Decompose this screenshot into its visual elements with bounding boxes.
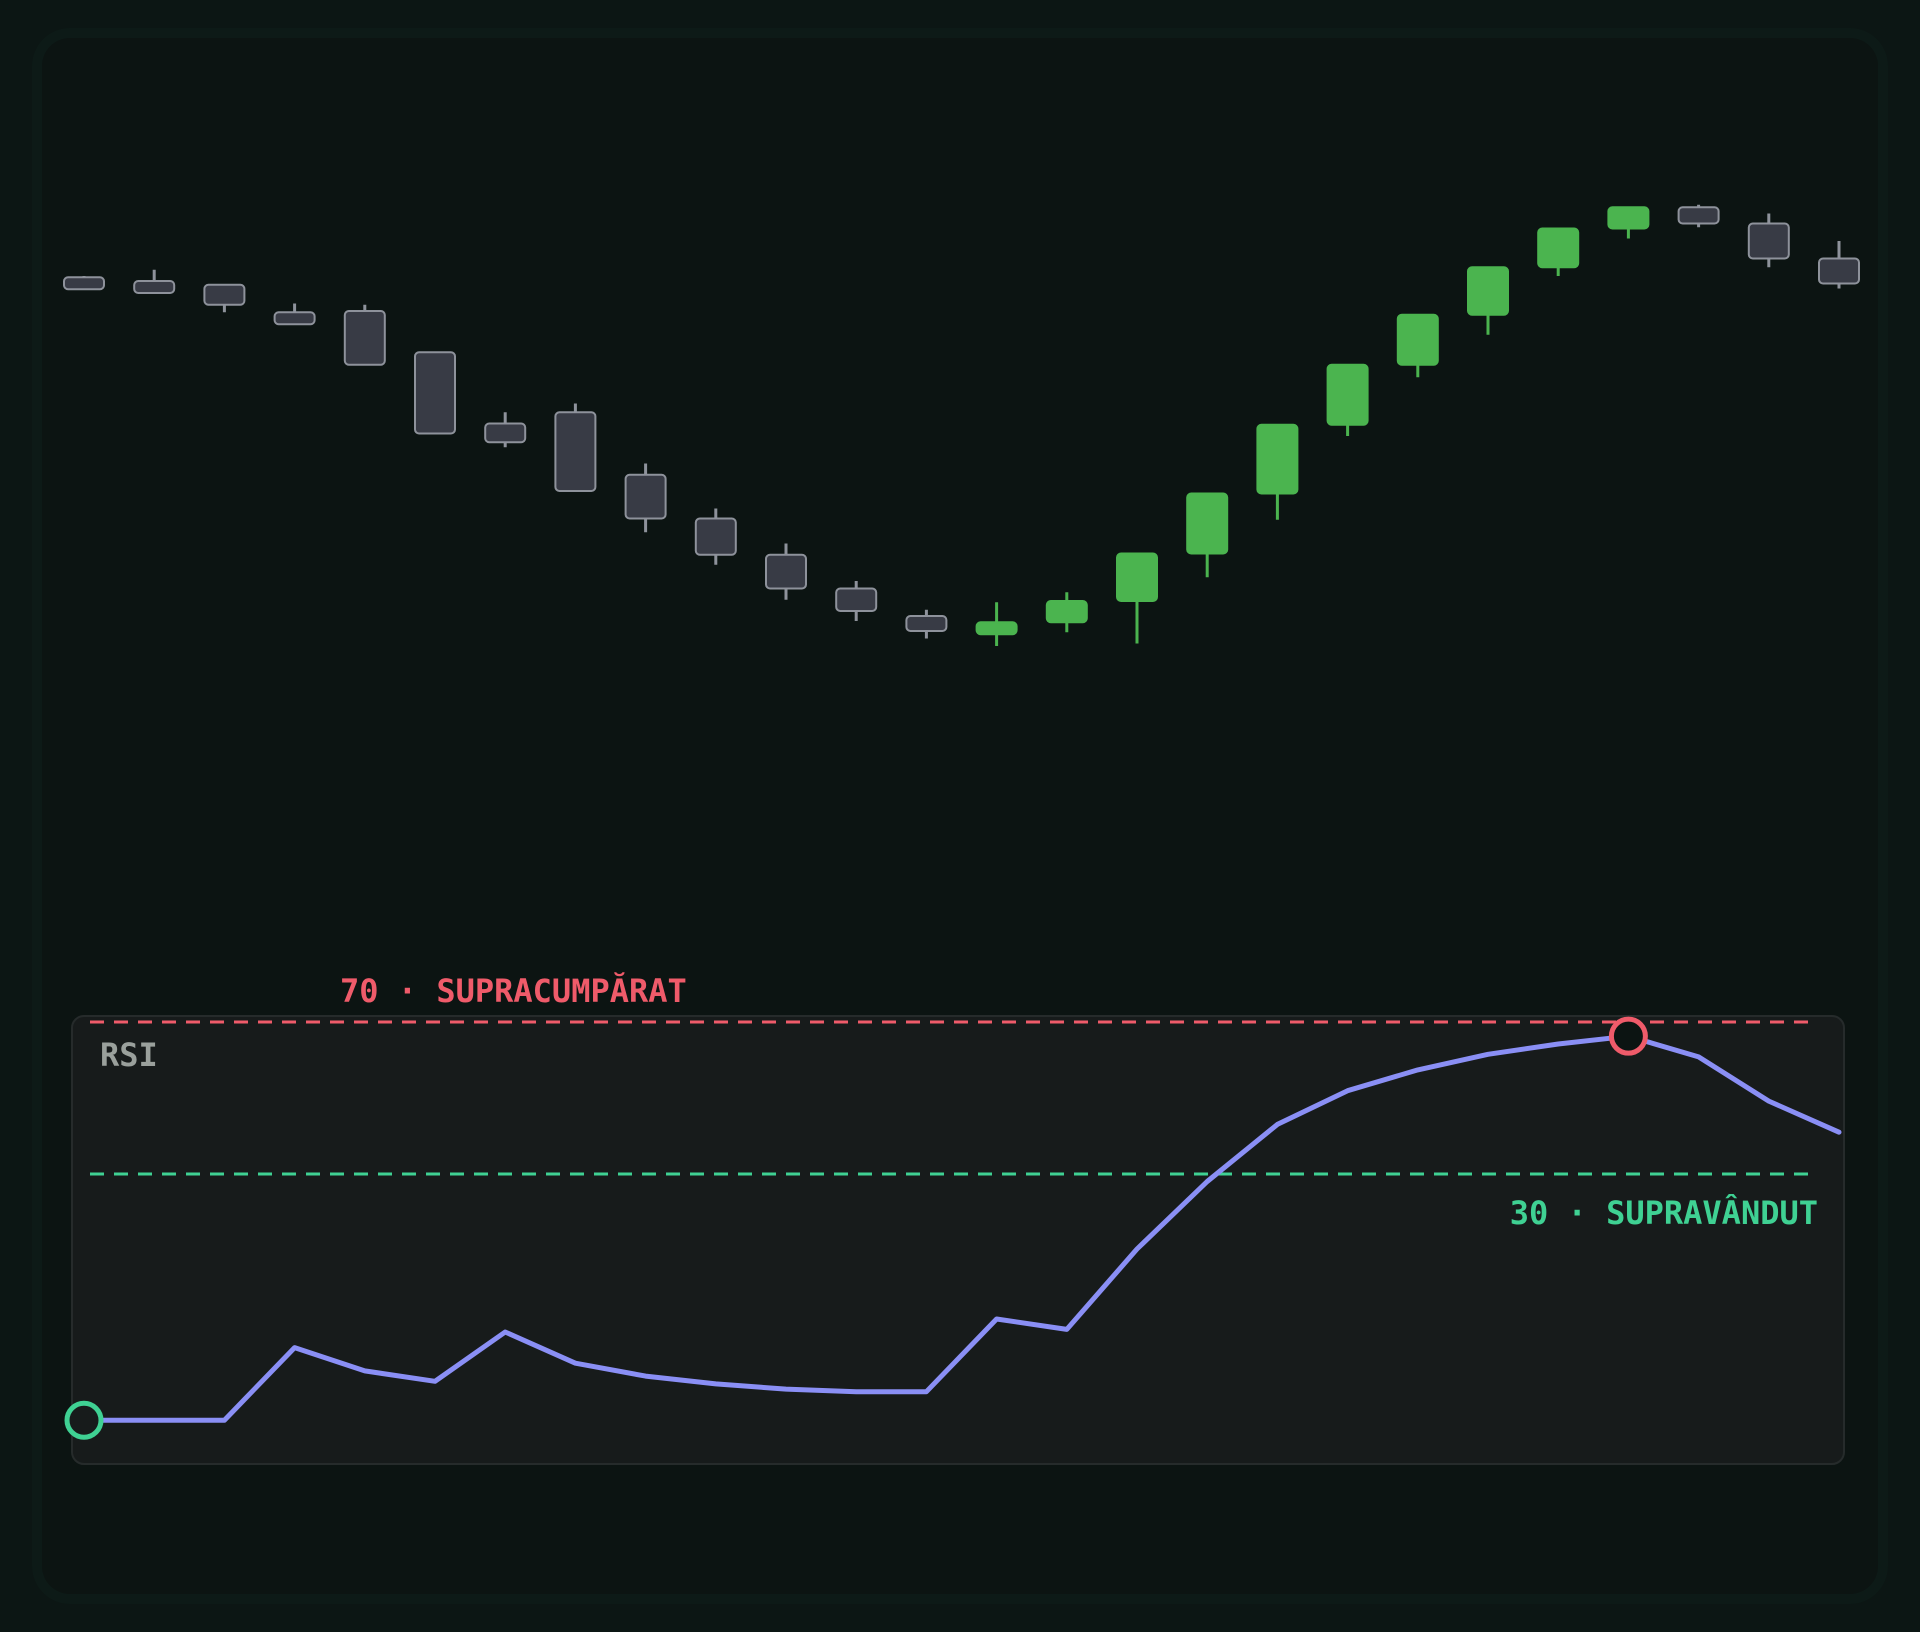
candle (63, 276, 105, 291)
candle-body (694, 517, 737, 556)
candle-body (1818, 257, 1860, 285)
candle (1396, 313, 1439, 378)
candle (554, 403, 597, 492)
candle-body (1537, 227, 1580, 269)
candle (975, 602, 1018, 646)
candle (1677, 204, 1720, 228)
candle (414, 351, 456, 435)
candle (203, 283, 246, 313)
candle-body (343, 310, 386, 366)
candle-body (1045, 600, 1088, 624)
candle (765, 543, 807, 600)
rsi-panel-title: RSI (100, 1036, 158, 1074)
chart-frame: RSI 70 · SUPRACUMPĂRAT 30 · SUPRAVÂNDUT (42, 38, 1878, 1594)
candle-body (1186, 492, 1229, 555)
candle-body (1326, 363, 1369, 426)
candle-body (905, 615, 948, 632)
candle-body (133, 280, 176, 294)
candle-body (273, 311, 316, 326)
candle (273, 303, 316, 326)
rsi-overbought-marker (1608, 1016, 1648, 1056)
candle-body (203, 283, 246, 306)
candle (1818, 241, 1860, 289)
candle (1326, 363, 1369, 436)
candlestick-series (63, 204, 1860, 646)
candle (905, 609, 948, 639)
candle-body (1677, 206, 1720, 225)
oversold-label: 30 · SUPRAVÂNDUT (1510, 1194, 1818, 1232)
candle (1747, 213, 1790, 268)
candle-body (414, 351, 456, 435)
chart-svg: RSI 70 · SUPRACUMPĂRAT 30 · SUPRAVÂNDUT (63, 204, 1860, 1465)
rsi-panel: RSI 70 · SUPRACUMPĂRAT 30 · SUPRAVÂNDUT (64, 972, 1845, 1465)
candle-body (1116, 552, 1158, 602)
candle-body (624, 473, 667, 520)
candle (1045, 592, 1088, 633)
candle (1256, 423, 1299, 520)
candle (1186, 492, 1229, 578)
candle-body (835, 587, 878, 612)
candle (694, 508, 737, 565)
candle (835, 581, 878, 621)
candle (1116, 552, 1158, 644)
candle-body (63, 276, 105, 291)
candle-body (484, 422, 527, 444)
candle-body (1607, 206, 1650, 230)
candle-body (975, 621, 1018, 636)
candle (1537, 227, 1580, 276)
candle (133, 269, 176, 294)
candle (343, 304, 386, 366)
rsi-oversold-marker (64, 1400, 104, 1440)
candle (1467, 266, 1509, 335)
overbought-label: 70 · SUPRACUMPĂRAT (340, 972, 687, 1010)
candle-body (1396, 313, 1439, 366)
candle-body (765, 553, 807, 590)
candle-body (554, 411, 597, 492)
candle (624, 463, 667, 533)
candle-body (1747, 222, 1790, 260)
candle (1607, 206, 1650, 239)
rsi-panel-background (71, 1015, 1845, 1465)
candle-body (1467, 266, 1509, 316)
candle (484, 412, 527, 448)
candle-body (1256, 423, 1299, 495)
